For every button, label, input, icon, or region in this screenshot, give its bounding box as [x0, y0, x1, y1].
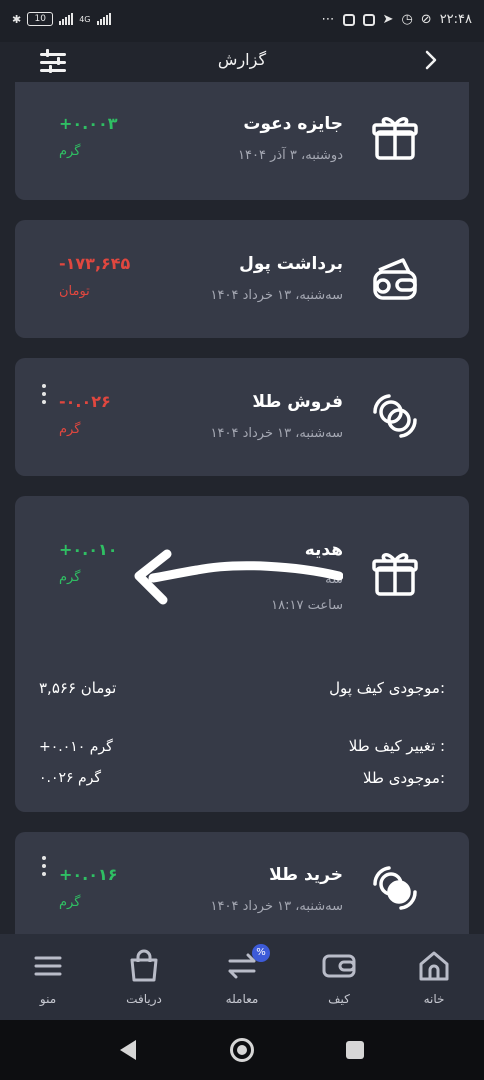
- telegram-icon: ➤: [382, 12, 394, 27]
- transaction-card[interactable]: خرید طلا سه‌شنبه، ۱۳ خرداد ۱۴۰۴ +۰.۰۱۶ گ…: [15, 832, 469, 934]
- transaction-title: فروش طلا: [252, 392, 343, 412]
- more-dots-icon: ⋯: [321, 12, 335, 27]
- signal-icon: [59, 13, 74, 25]
- back-button[interactable]: [424, 50, 438, 74]
- transaction-card[interactable]: جایزه دعوت دوشنبه، ۳ آذر ۱۴۰۴ +۰.۰۰۳ گرم: [15, 82, 469, 200]
- nav-label: کیف: [328, 992, 350, 1006]
- nav-item-wallet[interactable]: کیف: [299, 948, 379, 1006]
- menu-icon: [34, 956, 62, 976]
- transaction-unit: گرم: [59, 422, 81, 437]
- gold-balance-label: موجودی طلا:: [363, 769, 445, 787]
- signal-icon-2: [96, 13, 111, 25]
- transaction-card[interactable]: برداشت پول سه‌شنبه، ۱۳ خرداد ۱۴۰۴ -۱۷۳,۶…: [15, 220, 469, 338]
- transaction-unit: گرم: [59, 570, 81, 585]
- system-nav-bar: [0, 1020, 484, 1080]
- gold-change-label: تغییر کیف طلا :: [348, 737, 445, 755]
- chevron-right-icon: [425, 50, 437, 70]
- transaction-date: سه‌شنبه، ۱۳ خرداد ۱۴۰۴: [210, 426, 343, 441]
- system-home-icon[interactable]: [230, 1038, 254, 1062]
- gold-change-value: +۰.۰۱۰ گرم: [39, 739, 113, 755]
- mute-icon: ⊘: [420, 12, 432, 27]
- gift-icon: [372, 117, 418, 160]
- shopping-bag-icon: [130, 949, 158, 982]
- nav-item-home[interactable]: خانه: [394, 948, 474, 1006]
- transaction-unit: گرم: [59, 895, 81, 910]
- system-back-icon[interactable]: [120, 1040, 136, 1060]
- gold-balance-value: ۰.۰۲۶ گرم: [39, 770, 102, 786]
- discount-badge: %: [252, 944, 270, 962]
- nav-label: معامله: [225, 992, 259, 1006]
- wallet-icon: [373, 258, 417, 300]
- wallet-balance-value: ۳,۵۶۶ تومان: [39, 679, 117, 697]
- network-type: 4G: [79, 14, 91, 24]
- status-right: ⋯ ➤ ◷ ⊘ ۲۲:۴۸: [322, 12, 472, 27]
- wallet-balance-label: موجودی کیف پول:: [329, 679, 445, 697]
- transaction-amount: +۰.۰۰۳: [59, 114, 118, 133]
- transaction-title: برداشت پول: [239, 254, 343, 274]
- transaction-date: سه‌شنبه، ۱۳ خرداد ۱۴۰۴: [210, 288, 343, 303]
- gift-icon: [372, 553, 418, 596]
- nav-item-receive[interactable]: دریافت: [104, 948, 184, 1006]
- transaction-card-expanded[interactable]: هدیه سه ساعت ۱۸:۱۷ +۰.۰۱۰ گرم موجودی کیف…: [15, 496, 469, 812]
- app-icon-2: [362, 13, 375, 26]
- transaction-date: دوشنبه، ۳ آذر ۱۴۰۴: [238, 148, 343, 163]
- transaction-amount: +۰.۰۱۶: [59, 865, 118, 884]
- transaction-amount: +۰.۰۱۰: [59, 540, 118, 559]
- status-left: ✱ 10 4G: [12, 12, 111, 26]
- exchange-coins-icon: [373, 394, 417, 438]
- transaction-title: جایزه دعوت: [243, 114, 343, 134]
- app-icon: [342, 13, 355, 26]
- status-bar: ✱ 10 4G ⋯ ➤ ◷ ⊘ ۲۲:۴۸: [0, 0, 484, 42]
- battery-icon: 10: [27, 12, 54, 26]
- annotation-arrow-icon: [134, 549, 343, 605]
- nav-item-trade[interactable]: % معامله: [202, 944, 282, 1006]
- header: گزارش: [0, 42, 484, 82]
- more-options-icon[interactable]: [41, 856, 47, 878]
- status-time: ۲۲:۴۸: [439, 12, 472, 27]
- battery-level: 10: [34, 14, 46, 24]
- transaction-title: خرید طلا: [269, 865, 343, 885]
- transaction-amount: -۱۷۳,۶۴۵: [59, 254, 131, 273]
- page-title: گزارش: [217, 50, 267, 69]
- bottom-nav: خانه کیف % معامله دریافت منو: [0, 934, 484, 1020]
- nav-item-menu[interactable]: منو: [8, 948, 88, 1006]
- transaction-unit: گرم: [59, 144, 81, 159]
- more-options-icon[interactable]: [41, 384, 47, 406]
- exchange-coins-icon: [373, 866, 417, 910]
- nav-label: دریافت: [126, 992, 162, 1006]
- nav-label: منو: [39, 992, 57, 1006]
- transaction-date: سه‌شنبه، ۱۳ خرداد ۱۴۰۴: [210, 899, 343, 914]
- system-recents-icon[interactable]: [346, 1041, 364, 1059]
- wallet-icon: [322, 954, 356, 978]
- status-icon: ✱: [12, 12, 22, 26]
- transaction-unit: تومان: [59, 284, 90, 299]
- alarm-icon: ◷: [401, 12, 413, 27]
- transaction-card[interactable]: فروش طلا سه‌شنبه، ۱۳ خرداد ۱۴۰۴ -۰.۰۲۶ گ…: [15, 358, 469, 476]
- nav-label: خانه: [423, 992, 445, 1006]
- home-icon: [419, 951, 449, 981]
- transaction-amount: -۰.۰۲۶: [59, 392, 111, 411]
